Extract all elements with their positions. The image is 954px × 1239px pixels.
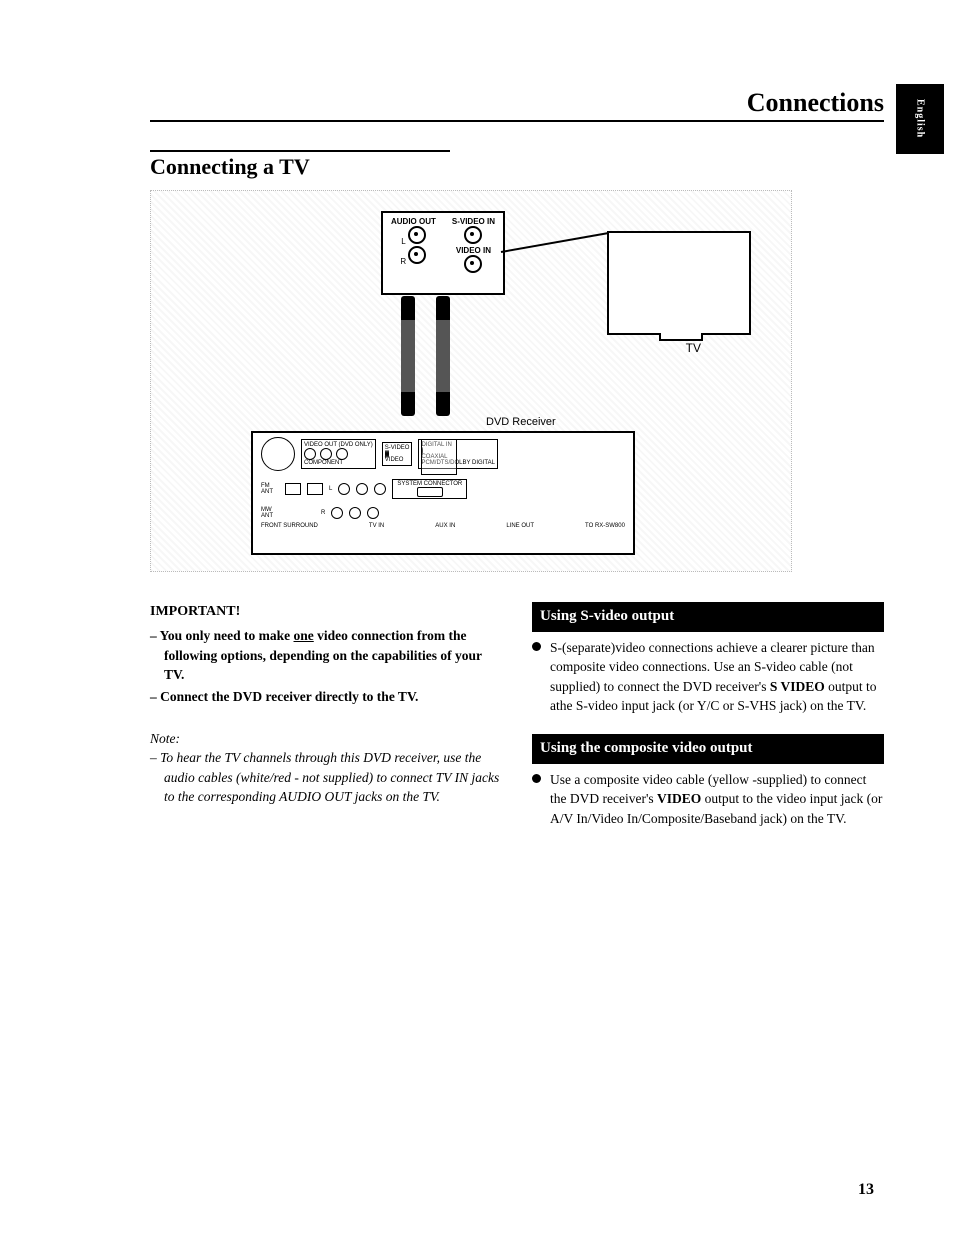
tv-rear-panel: AUDIO OUT L R S-VIDEO IN VIDEO IN	[381, 211, 505, 295]
audio-l-label: L	[401, 237, 405, 246]
video-in-label: VIDEO IN	[452, 246, 495, 255]
page-title: Connections	[150, 88, 884, 118]
system-port-icon	[417, 487, 443, 497]
fm-ant-label: FM ANT	[261, 483, 279, 495]
jack-icon	[338, 483, 350, 495]
audio-out-label: AUDIO OUT	[391, 217, 436, 226]
tv-label: TV	[686, 341, 701, 355]
tvin-label: TV IN	[369, 523, 384, 529]
note-heading: Note:	[150, 729, 502, 749]
language-tab: English	[896, 84, 944, 154]
note-body: – To hear the TV channels through this D…	[164, 748, 502, 807]
front-surr-label: FRONT SURROUND	[261, 523, 318, 529]
dvd-receiver-label: DVD Receiver	[486, 416, 556, 428]
svideo-cable-icon	[401, 296, 415, 416]
item1-underlined: one	[294, 628, 314, 643]
antenna-icon	[261, 437, 295, 471]
y-jack-icon	[304, 448, 316, 460]
pb-jack-icon	[320, 448, 332, 460]
tv-front-icon	[607, 231, 751, 335]
zoom-highlight-box	[421, 439, 457, 475]
composite-bullet: Use a composite video cable (yellow -sup…	[532, 770, 884, 829]
audio-l-jack-icon	[408, 226, 426, 244]
svideo-heading-bar: Using S-video output	[532, 602, 884, 632]
important-item-1: – You only need to make one video connec…	[164, 626, 502, 685]
svideo-jack-icon	[464, 226, 482, 244]
svideo-bullet: S-(separate)video connections achieve a …	[532, 638, 884, 716]
important-item-2: – Connect the DVD receiver directly to t…	[164, 687, 502, 707]
auxin-label: AUX IN	[435, 523, 455, 529]
text-columns: IMPORTANT! – You only need to make one v…	[150, 602, 884, 846]
terminal-icon	[307, 483, 323, 495]
video-cable-icon	[436, 296, 450, 416]
callout-line	[501, 232, 610, 253]
jack-icon	[356, 483, 368, 495]
video-out-label: VIDEO OUT (DVD ONLY)	[304, 442, 373, 448]
mw-ant-label: MW ANT	[261, 507, 279, 519]
jack-icon	[331, 507, 343, 519]
jack-icon	[349, 507, 361, 519]
svideo-in-label: S-VIDEO IN	[452, 217, 495, 226]
lineout-label: LINE OUT	[506, 523, 534, 529]
bullet1-bold: S VIDEO	[770, 679, 825, 694]
pr-jack-icon	[336, 448, 348, 460]
header-rule: Connections English	[150, 120, 884, 122]
section-rule	[150, 150, 450, 152]
right-column: Using S-video output S-(separate)video c…	[532, 602, 884, 846]
manual-page: Connections English Connecting a TV AUDI…	[0, 0, 954, 886]
composite-heading-bar: Using the composite video output	[532, 734, 884, 764]
section-heading-block: Connecting a TV	[150, 150, 450, 180]
jack-icon	[367, 507, 379, 519]
section-title: Connecting a TV	[150, 154, 450, 180]
page-number: 13	[858, 1181, 874, 1199]
audio-r-label: R	[400, 257, 406, 266]
component-label: COMPONENT	[304, 460, 373, 466]
system-connector-label: SYSTEM CONNECTOR	[397, 481, 462, 487]
bullet2-bold: VIDEO	[657, 791, 701, 806]
video-rear-label: VIDEO	[385, 457, 410, 463]
audio-r-jack-icon	[408, 246, 426, 264]
item1-pre: – You only need to make	[150, 628, 294, 643]
left-column: IMPORTANT! – You only need to make one v…	[150, 602, 502, 846]
important-heading: IMPORTANT!	[150, 602, 502, 622]
video-in-jack-icon	[464, 255, 482, 273]
connection-diagram: AUDIO OUT L R S-VIDEO IN VIDEO IN TV DVD…	[150, 190, 792, 572]
terminal-icon	[285, 483, 301, 495]
tosw-label: TO RX-SW800	[585, 523, 625, 529]
jack-icon	[374, 483, 386, 495]
